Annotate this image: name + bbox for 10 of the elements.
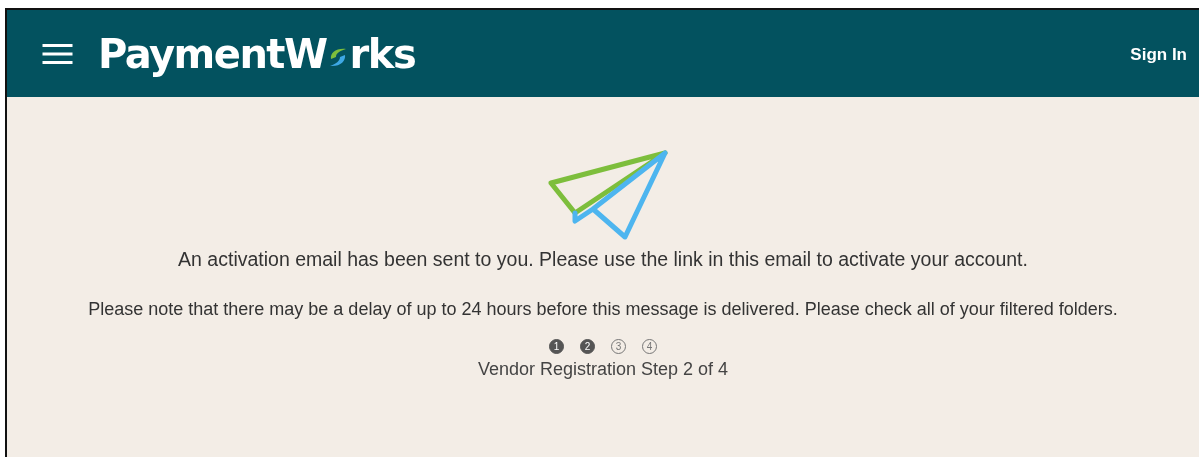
delay-note: Please note that there may be a delay of up to 24 hours before this message is delivered. Please check all of your filtered folders. [88, 298, 1118, 321]
activation-message: An activation email has been sent to you. Please use the link in this email to activate your account. [178, 248, 1028, 271]
paper-plane-icon [547, 149, 669, 241]
step-indicator: 1 [549, 339, 564, 354]
menu-icon[interactable] [42, 42, 73, 65]
logo-text: PaymentW [98, 30, 327, 77]
step-indicator: 2 [580, 339, 595, 354]
sign-in-link[interactable]: Sign In [1130, 44, 1187, 65]
step-caption: Vendor Registration Step 2 of 4 [477, 359, 729, 380]
logo-text: rks [349, 30, 416, 77]
